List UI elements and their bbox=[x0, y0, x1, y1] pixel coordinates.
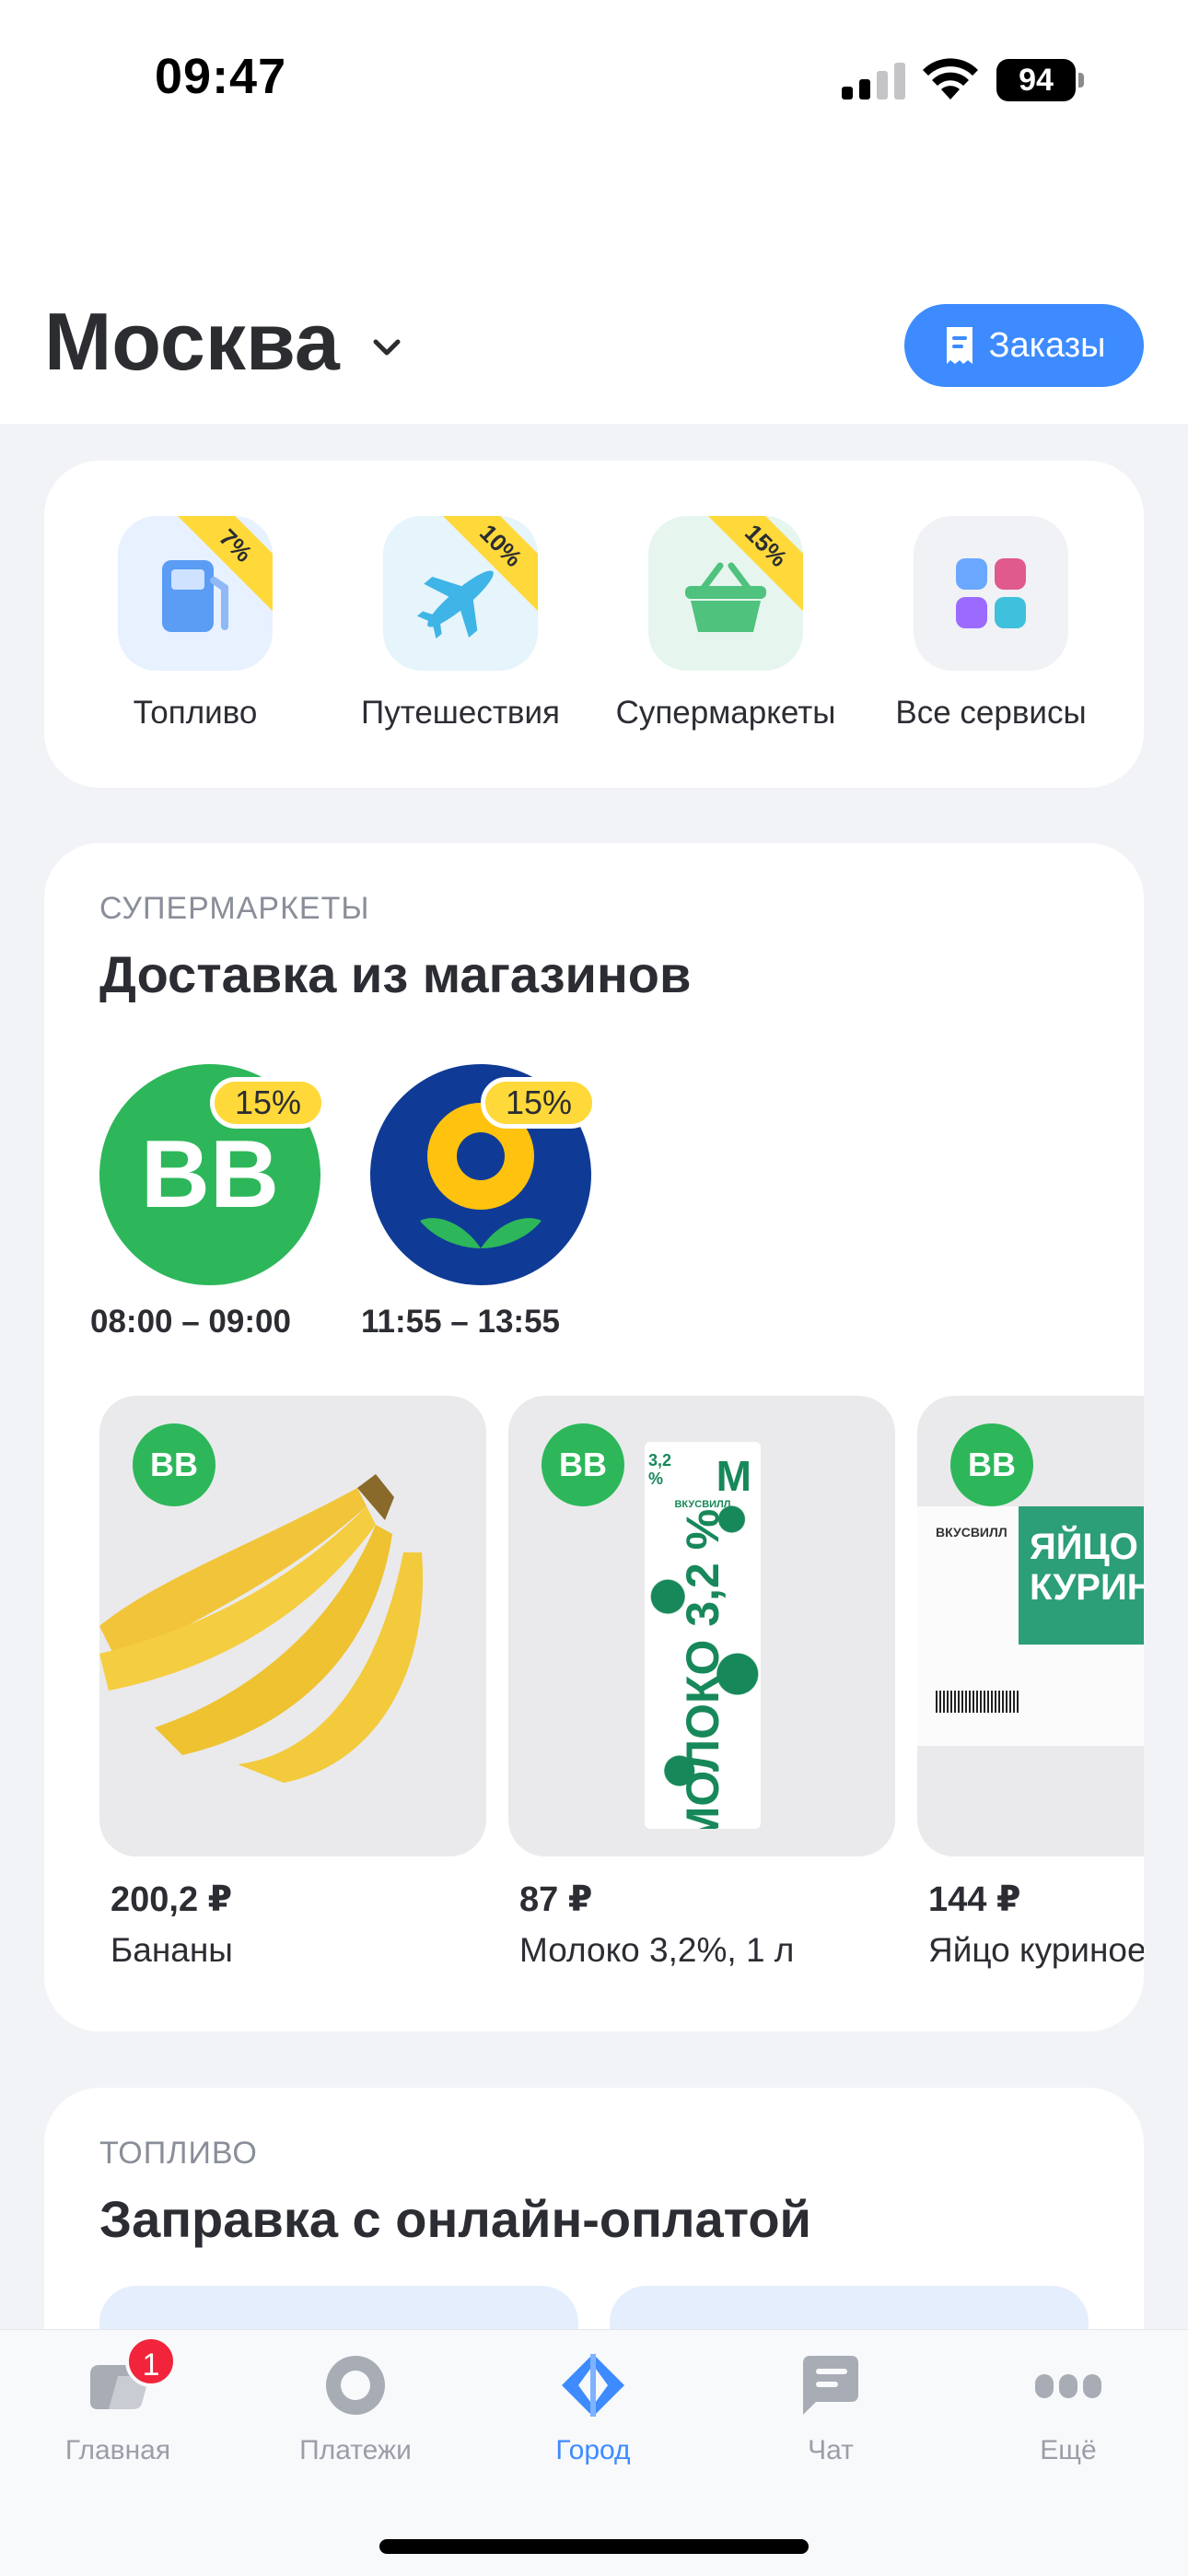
product-clip: ВКУСВИЛЛ ЯЙЦО КУРИНО ВВ 144 ₽ Яйцо курин… bbox=[917, 1396, 1144, 2004]
status-time: 09:47 bbox=[155, 49, 287, 104]
service-label: Супермаркеты bbox=[615, 695, 836, 731]
product-price: 200,2 ₽ bbox=[111, 1880, 233, 1919]
notification-badge: 1 bbox=[125, 2336, 177, 2387]
product-image-bananas: ВВ bbox=[99, 1396, 486, 1856]
store-badge: ВВ bbox=[950, 1423, 1033, 1506]
section-label: СУПЕРМАРКЕТЫ bbox=[99, 891, 370, 926]
supermarkets-card: СУПЕРМАРКЕТЫ Доставка из магазинов ВВ 15… bbox=[44, 843, 1144, 2032]
egg-pack-brand: ВКУСВИЛЛ bbox=[936, 1525, 1007, 1540]
cellular-signal-icon bbox=[842, 63, 905, 100]
fuel-pump-icon: 7% bbox=[118, 516, 273, 671]
tab-chat[interactable]: Чат bbox=[739, 2348, 923, 2466]
milk-pack-word-text: МОЛОКО bbox=[677, 1639, 728, 1829]
receipt-icon bbox=[946, 327, 973, 364]
product-card-eggs[interactable]: ВКУСВИЛЛ ЯЙЦО КУРИНО ВВ 144 ₽ Яйцо курин… bbox=[917, 1396, 1144, 1970]
tab-label: Ещё bbox=[1040, 2435, 1097, 2465]
orders-button[interactable]: Заказы bbox=[904, 304, 1144, 387]
store-vkusvill[interactable]: ВВ 15% 08:00 – 09:00 bbox=[90, 1064, 326, 1340]
service-fuel[interactable]: 7% Топливо bbox=[76, 516, 315, 732]
store-second[interactable]: 15% 11:55 – 13:55 bbox=[361, 1064, 597, 1340]
service-label: Все сервисы bbox=[895, 695, 1087, 731]
orders-label: Заказы bbox=[988, 325, 1106, 365]
city-icon bbox=[556, 2348, 630, 2422]
product-image-milk: 3,2 % М ВКУСВИЛЛ МОЛОКО 3,2 % ВВ bbox=[508, 1396, 895, 1856]
milk-pack-fat: 3,2 % bbox=[677, 1508, 728, 1627]
product-price: 87 ₽ bbox=[519, 1880, 593, 1919]
wifi-icon bbox=[923, 58, 978, 100]
store-badge: ВВ bbox=[542, 1423, 624, 1506]
tab-city[interactable]: Город bbox=[501, 2348, 685, 2466]
chat-icon bbox=[794, 2348, 868, 2422]
discount-badge: 15% bbox=[210, 1077, 326, 1129]
milk-pack-fat-top: 3,2 % bbox=[648, 1451, 672, 1488]
product-name: Молоко 3,2%, 1 л bbox=[519, 1931, 795, 1969]
tab-more[interactable]: Ещё bbox=[976, 2348, 1160, 2466]
city-title[interactable]: Москва bbox=[44, 295, 340, 389]
product-image-eggs: ВКУСВИЛЛ ЯЙЦО КУРИНО ВВ bbox=[917, 1396, 1144, 1856]
chevron-down-icon[interactable] bbox=[367, 327, 407, 368]
service-supermarkets[interactable]: 15% Супермаркеты bbox=[606, 516, 845, 732]
egg-carton: ВКУСВИЛЛ ЯЙЦО КУРИНО bbox=[917, 1506, 1144, 1746]
section-label: ТОПЛИВО bbox=[99, 2136, 258, 2171]
milk-pack-letter: М bbox=[716, 1452, 751, 1500]
more-icon bbox=[1031, 2348, 1105, 2422]
service-travel[interactable]: 10% Путешествия bbox=[341, 516, 580, 732]
service-all[interactable]: Все сервисы bbox=[871, 516, 1111, 732]
tab-payments[interactable]: Платежи bbox=[263, 2348, 448, 2466]
discount-badge: 15% bbox=[481, 1077, 597, 1129]
delivery-hours: 11:55 – 13:55 bbox=[361, 1304, 561, 1340]
battery-level: 94 bbox=[996, 59, 1076, 101]
services-card: 7% Топливо 10% Путешествия 15% Супермарк… bbox=[44, 461, 1144, 788]
milk-carton: 3,2 % М ВКУСВИЛЛ МОЛОКО 3,2 % bbox=[645, 1442, 761, 1829]
service-label: Топливо bbox=[133, 695, 258, 731]
tab-label: Главная bbox=[64, 2435, 171, 2465]
battery-icon: 94 bbox=[996, 59, 1085, 101]
airplane-icon: 10% bbox=[383, 516, 538, 671]
tab-label: Платежи bbox=[299, 2435, 412, 2465]
tab-label: Город bbox=[555, 2435, 631, 2465]
tab-label: Чат bbox=[808, 2435, 854, 2465]
payments-icon bbox=[319, 2348, 392, 2422]
product-card-bananas[interactable]: ВВ 200,2 ₽ Бананы bbox=[99, 1396, 486, 1970]
service-label: Путешествия bbox=[361, 695, 560, 731]
product-name: Бананы bbox=[111, 1931, 233, 1969]
home-icon: 1 bbox=[81, 2336, 177, 2422]
home-indicator bbox=[379, 2539, 809, 2554]
egg-pack-line1: ЯЙЦО bbox=[1030, 1527, 1138, 1567]
store-badge: ВВ bbox=[133, 1423, 215, 1506]
basket-icon: 15% bbox=[648, 516, 803, 671]
section-title: Заправка с онлайн-оплатой bbox=[99, 2190, 811, 2248]
section-title: Доставка из магазинов bbox=[99, 945, 692, 1003]
delivery-hours: 08:00 – 09:00 bbox=[90, 1304, 291, 1340]
product-name: Яйцо куриное bbox=[928, 1931, 1144, 1969]
status-bar: 09:47 94 bbox=[0, 0, 1188, 157]
egg-pack-label: ЯЙЦО КУРИНО bbox=[1019, 1506, 1144, 1645]
egg-pack-line2: КУРИНО bbox=[1030, 1567, 1144, 1608]
grid-icon bbox=[914, 516, 1068, 671]
product-price: 144 ₽ bbox=[928, 1880, 1021, 1919]
milk-pack-word: МОЛОКО 3,2 % bbox=[677, 1508, 728, 1829]
tab-home[interactable]: 1 Главная bbox=[26, 2336, 210, 2466]
product-card-milk[interactable]: 3,2 % М ВКУСВИЛЛ МОЛОКО 3,2 % ВВ 87 ₽ Мо… bbox=[508, 1396, 895, 1970]
